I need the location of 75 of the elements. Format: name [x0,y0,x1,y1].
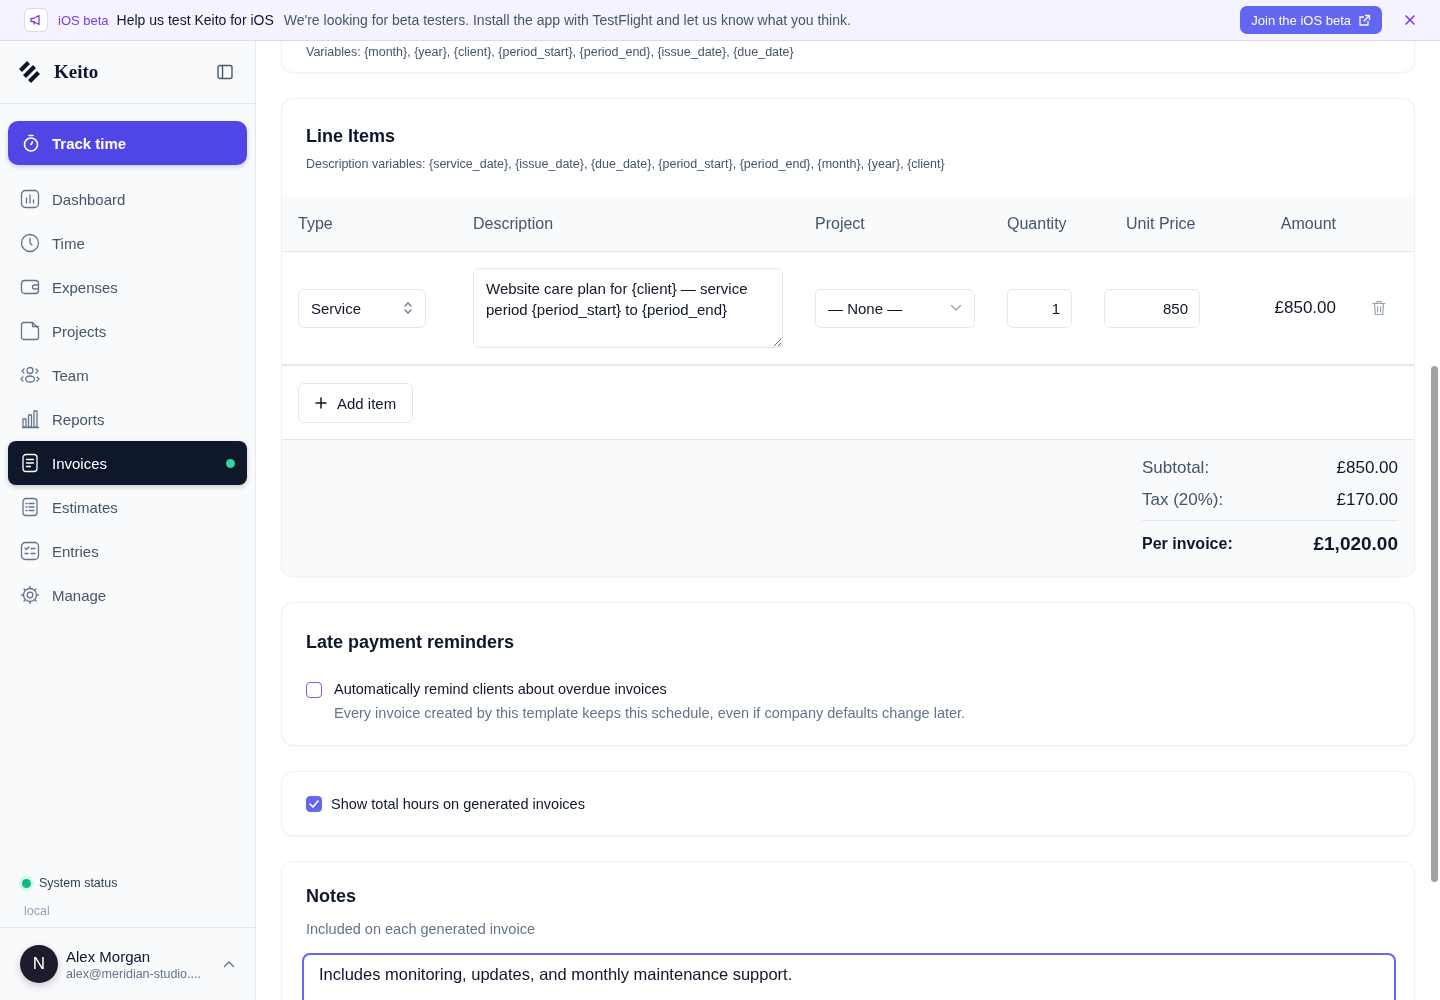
user-name: Alex Morgan [66,947,152,965]
nav-item[interactable]: Estimates [8,485,247,529]
section-title: Line Items [306,126,397,147]
variables-hint: Description variables: {service_date}, {issue_date}, {due_date}, {period_start}, {period_end}, {month}, {year}, {client} [306,157,946,171]
people-icon [20,365,40,385]
list-icon [20,497,40,517]
megaphone-icon [24,8,48,32]
checklist-icon [20,541,40,561]
column-header: Quantity [1007,214,1067,232]
system-status[interactable]: System status [39,876,118,890]
total-label: Tax (20%): [1142,490,1224,510]
type-select[interactable]: Service [298,288,426,328]
section-title: Notes [306,886,357,907]
total-value: £1,020.00 [1313,532,1398,555]
total-value: £850.00 [1336,458,1398,478]
bar-chart-icon [20,409,40,429]
brand-name: Keito [54,61,100,83]
column-header: Amount [1280,214,1336,232]
banner-message: We're looking for beta testers. Install the app with TestFlight and let us know what you think. [283,12,851,28]
folder-icon [20,321,40,341]
section-title: Late payment reminders [306,632,516,653]
sidebar-toggle-icon[interactable] [217,64,233,80]
user-email: alex@meridian-studio.... [66,966,202,981]
chevron-up-icon[interactable] [223,960,235,968]
sort-icon [403,301,413,315]
banner-title: Help us test Keito for iOS [116,12,274,28]
unit-price-field[interactable]: 850 [1104,288,1200,328]
beta-tag: iOS beta [58,12,109,28]
external-link-icon [1358,13,1371,27]
total-value: £170.00 [1336,490,1398,510]
chevron-down-icon [950,304,962,312]
environment-label: local [24,904,50,918]
bar-chart-icon [20,189,40,209]
add-item-button[interactable]: Add item [298,383,414,423]
scrollbar[interactable] [1431,366,1438,882]
track-time-button[interactable]: Track time [8,121,247,165]
status-dot [22,878,31,888]
column-header: Unit Price [1126,214,1196,232]
document-icon [20,453,40,473]
nav-item[interactable]: Manage [8,573,247,617]
nav-item[interactable]: Reports [8,397,247,441]
nav-item[interactable]: Dashboard [8,177,247,221]
nav-item[interactable]: Entries [8,529,247,573]
avatar: N [20,945,58,983]
trash-icon[interactable] [1372,300,1386,316]
checkbox-label: Show total hours on generated invoices [331,795,585,812]
close-icon[interactable] [1404,14,1416,26]
total-label: Per invoice: [1142,534,1233,553]
column-header: Description [473,214,554,232]
notes-field[interactable]: Includes monitoring, updates, and monthly maintenance support. [302,953,1396,1000]
description-field[interactable]: Website care plan for {client} — service period {period_start} to {period_end} [473,268,783,348]
checkbox[interactable] [306,796,322,812]
amount-value: £850.00 [1274,298,1336,317]
variables-hint: Variables: {month}, {year}, {client}, {period_start}, {period_end}, {issue_date}, {due_date} [306,45,795,59]
column-header: Project [815,214,865,232]
stopwatch-icon [22,134,40,152]
nav-item[interactable]: Projects [8,309,247,353]
column-header: Type [298,214,333,232]
plus-icon [315,397,327,409]
checkbox[interactable] [306,682,322,698]
clock-icon [20,233,40,253]
nav-item[interactable]: Team [8,353,247,397]
section-subtitle: Included on each generated invoice [306,921,536,937]
gear-icon [20,585,40,605]
project-select[interactable]: — None — [815,288,975,328]
total-label: Subtotal: [1142,458,1210,478]
checkmark-icon [309,800,319,808]
wallet-icon [20,277,40,297]
quantity-field[interactable]: 1 [1007,288,1072,328]
join-beta-button[interactable]: Join the iOS beta [1240,6,1382,34]
helper-text: Every invoice created by this template keeps this schedule, even if company defaults change later. [334,705,966,721]
nav-item[interactable]: Expenses [8,265,247,309]
checkbox-label: Automatically remind clients about overdue invoices [334,681,668,697]
nav-item[interactable]: Time [8,221,247,265]
nav-item[interactable]: Invoices [8,441,247,485]
